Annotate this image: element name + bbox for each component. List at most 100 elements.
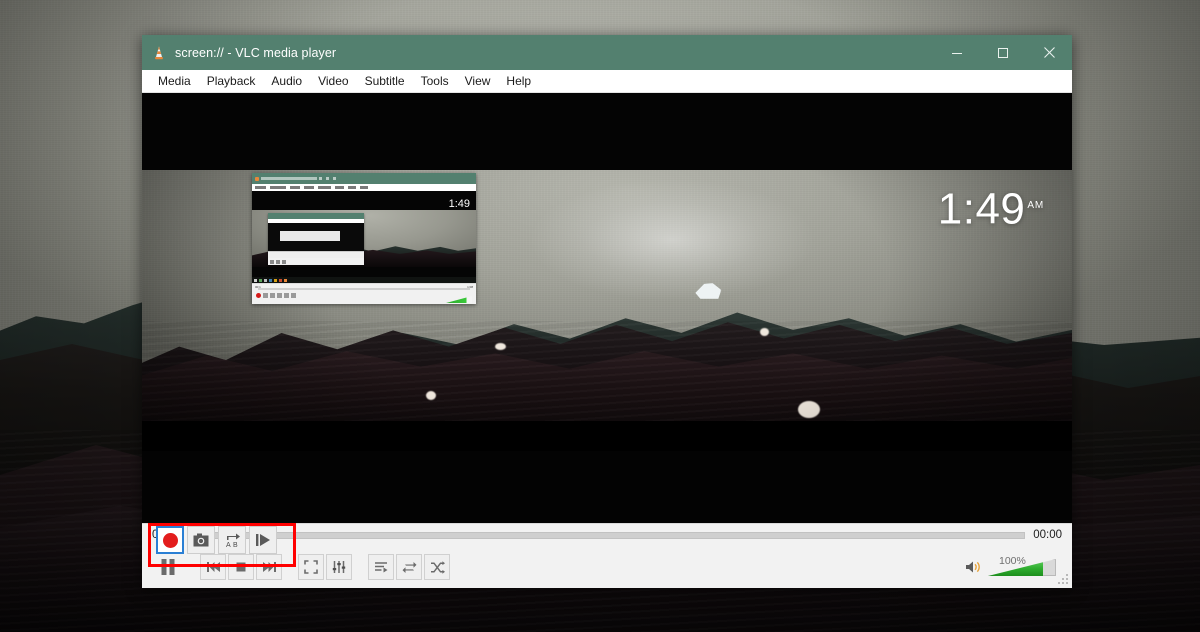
playlist-icon [374,562,387,573]
vlc-window: screen:// - VLC media player Media Playb… [142,35,1072,588]
nested-letterbox-top [252,191,476,210]
nested-menu-item [348,186,356,189]
frame-step-icon [256,534,270,546]
nested-menu-bar [252,184,476,191]
volume-area: 100% [965,555,1062,578]
minimize-button[interactable] [934,35,980,70]
nested-taskbar-icon [279,278,282,282]
transport-row: A B 100% [142,523,1072,588]
nested-control-panel: 00:1 1:08 [252,283,476,304]
menu-bar: Media Playback Audio Video Subtitle Tool… [142,70,1072,93]
video-surface[interactable]: 1:49 AM 1:49 00:1 1:08 [142,93,1072,523]
menu-item-help[interactable]: Help [498,70,539,92]
window-title: screen:// - VLC media player [175,45,337,60]
extended-settings-button[interactable] [326,554,352,580]
next-button[interactable] [256,554,282,580]
nested-menu-item [304,186,314,189]
nested-window-controls [319,177,336,180]
nested-button-row [256,293,296,298]
snapshot-button[interactable] [187,526,215,554]
nested-taskbar-icon [259,278,262,282]
nested-transport-button [263,293,268,298]
nested-inner-button [270,260,274,264]
nested-record-icon [256,293,261,298]
fullscreen-icon [304,560,318,574]
menu-item-audio[interactable]: Audio [263,70,310,92]
letterbox-top [142,93,1072,170]
nested-video-surface: 1:49 [252,191,476,283]
speaker-icon[interactable] [965,560,982,574]
nested-transport-button [291,293,296,298]
seek-row: 00:17 00:00 [142,524,1072,546]
desktop-clock: 1:49 AM [938,184,1044,232]
previous-button[interactable] [200,554,226,580]
nested-title-text [261,177,317,180]
maximize-button[interactable] [980,35,1026,70]
close-button[interactable] [1026,35,1072,70]
nested-menu-item [318,186,331,189]
stop-button[interactable] [228,554,254,580]
nested-inner-vlc-window [268,213,364,265]
nested-seek-bar [258,288,470,290]
nested-desktop-clock: 1:49 [448,198,470,210]
nested-menu-item [255,186,266,189]
clock-ampm: AM [1027,200,1044,211]
frame-by-frame-button[interactable] [249,526,277,554]
nested-taskbar-icon [269,278,272,282]
nested-taskbar-icon [274,278,277,282]
volume-label: 100% [999,555,1026,567]
play-pause-button[interactable] [152,551,184,583]
title-bar[interactable]: screen:// - VLC media player [142,35,1072,70]
menu-item-video[interactable]: Video [310,70,356,92]
nested-transport-button [284,293,289,298]
nested-transport-button [277,293,282,298]
svg-text:A: A [226,542,231,548]
time-remaining: 00:00 [1033,529,1062,541]
control-panel: 00:17 00:00 [142,523,1072,588]
shuffle-button[interactable] [424,554,450,580]
nested-title-bar [252,173,476,184]
nested-taskbar-icon [284,278,287,282]
stop-icon [236,562,246,572]
nested-vlc-cone-icon [255,176,259,181]
menu-item-tools[interactable]: Tools [413,70,457,92]
menu-item-playback[interactable]: Playback [199,70,264,92]
nested-taskbar-icon [254,278,257,282]
menu-item-view[interactable]: View [457,70,499,92]
camera-icon [193,533,209,547]
fullscreen-button[interactable] [298,554,324,580]
loop-ab-icon: A B [226,533,240,548]
record-icon [162,532,178,548]
nested-taskbar-icon [264,278,267,282]
menu-item-media[interactable]: Media [150,70,199,92]
nested-minimize-icon [319,177,322,180]
previous-icon [206,562,220,572]
loop-button[interactable] [396,554,422,580]
pause-icon [161,559,175,575]
nested-inner-controls [268,258,364,265]
nested-volume-slider [446,296,472,303]
nested-inner-video [268,223,364,251]
nested-maximize-icon [326,177,329,180]
seek-bar[interactable] [188,531,1026,539]
nested-inner-button [282,260,286,264]
volume-slider[interactable]: 100% [988,555,1056,578]
nested-close-icon [333,177,336,180]
record-button[interactable] [156,526,184,554]
advanced-controls: A B [156,526,277,554]
playlist-button[interactable] [368,554,394,580]
nested-transport-button [270,293,275,298]
menu-item-subtitle[interactable]: Subtitle [357,70,413,92]
captured-desktop-scene: 1:49 AM 1:49 00:1 1:08 [142,170,1072,421]
nested-inner-seekbar [268,251,364,258]
loop-ab-button[interactable]: A B [218,526,246,554]
svg-text:B: B [233,542,238,548]
nested-inner-content-strip [280,231,340,241]
resize-grip-icon[interactable] [1058,574,1069,585]
nested-menu-item [290,186,300,189]
loop-icon [402,561,416,573]
equalizer-icon [332,561,346,573]
letterbox-bottom [142,451,1072,523]
clock-time: 1:49 [937,184,1026,234]
next-icon [262,562,276,572]
